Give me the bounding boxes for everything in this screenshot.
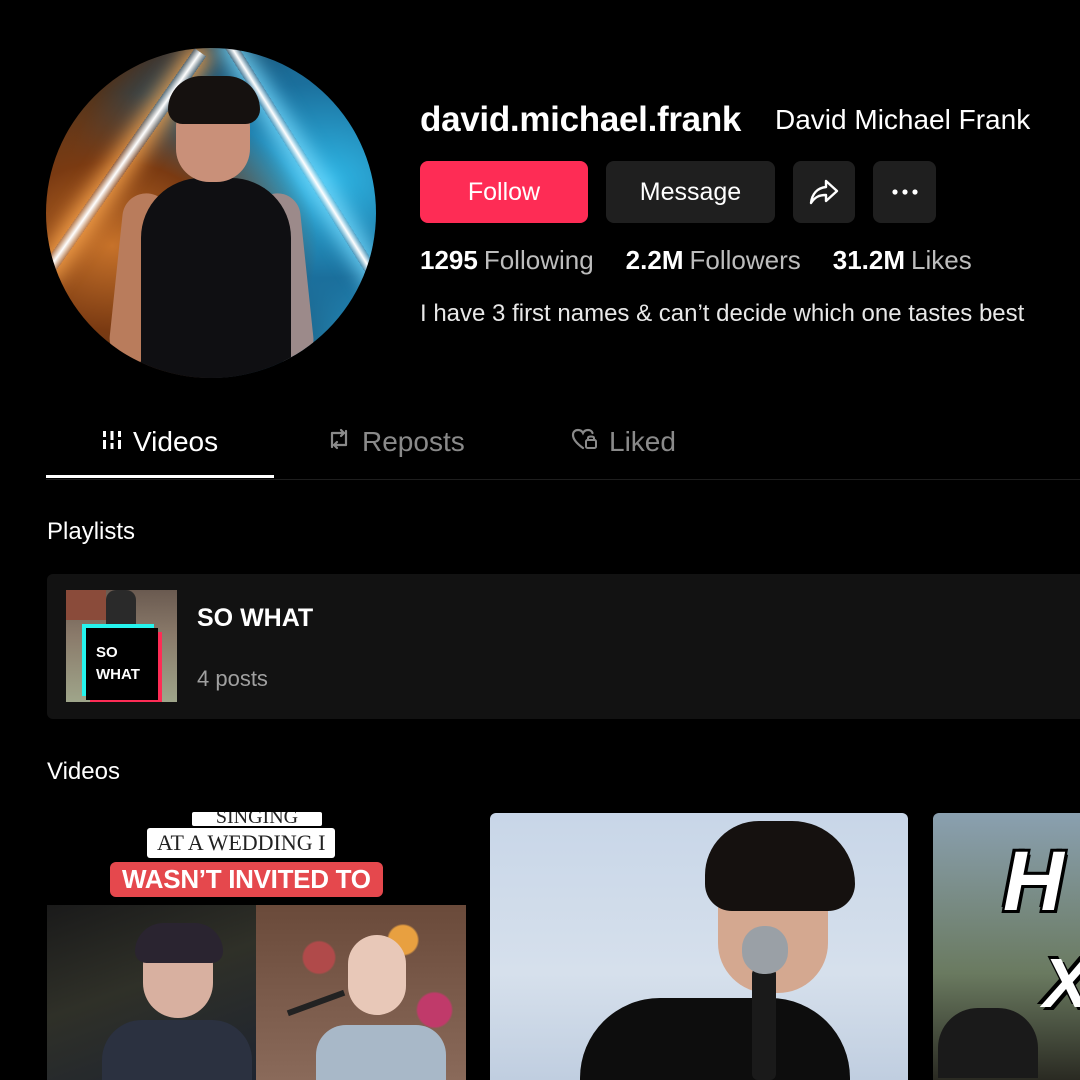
video-caption: H <box>1003 834 1064 928</box>
avatar-hair <box>168 76 260 124</box>
frame-microphone <box>742 926 788 974</box>
playlist-title: SO WHAT <box>197 604 314 632</box>
tab-reposts[interactable]: Reposts <box>326 426 465 458</box>
frame-microphone <box>286 989 346 1017</box>
grid-icon <box>101 426 123 458</box>
video-thumbnail[interactable]: H X <box>933 813 1080 1080</box>
playlist-cover-line1: SO <box>96 644 118 661</box>
message-button[interactable]: Message <box>606 161 775 223</box>
likes-stat: 31.2M Likes <box>833 245 972 276</box>
following-label: Following <box>483 245 594 275</box>
videos-heading: Videos <box>47 758 120 785</box>
more-options-button[interactable] <box>873 161 936 223</box>
following-count: 1295 <box>420 245 478 275</box>
profile-bio: I have 3 first names & can’t decide whic… <box>420 300 1025 327</box>
frame-microphone <box>752 968 776 1080</box>
followers-label: Followers <box>689 245 801 275</box>
video-caption: AT A WEDDING I <box>147 828 336 858</box>
video-thumbnail[interactable]: SINGING AT A WEDDING I WASN’T INVITED TO <box>47 800 466 1080</box>
playlist-cover-line2: WHAT <box>96 666 140 683</box>
frame-figure <box>135 923 223 963</box>
video-caption: SINGING <box>192 812 322 826</box>
video-frame-right <box>256 905 466 1080</box>
tab-videos-label: Videos <box>133 426 219 457</box>
frame-figure <box>938 1008 1038 1078</box>
playlist-post-count: 4 posts <box>197 666 268 691</box>
video-thumbnail[interactable] <box>490 813 908 1080</box>
playlist-card[interactable]: SO WHAT SO WHAT 4 posts <box>47 574 1080 719</box>
follow-button[interactable]: Follow <box>420 161 588 223</box>
more-icon <box>891 189 918 195</box>
share-icon <box>809 179 839 205</box>
likes-count: 31.2M <box>832 245 905 275</box>
followers-count: 2.2M <box>625 245 684 275</box>
frame-figure <box>348 935 406 1015</box>
profile-stats: 1295 Following 2.2M Followers 31.2M Likes <box>420 245 972 276</box>
playlist-thumbnail: SO WHAT <box>66 590 177 702</box>
tab-videos[interactable]: Videos <box>101 426 218 458</box>
avatar-body <box>141 178 291 378</box>
active-tab-indicator <box>46 475 274 478</box>
video-caption: X <box>1043 943 1080 1023</box>
tab-liked-label: Liked <box>609 426 676 457</box>
frame-figure <box>705 821 855 911</box>
profile-display-name: David Michael Frank <box>775 104 1031 135</box>
likes-label: Likes <box>911 245 972 275</box>
profile-username: david.michael.frank <box>420 100 742 139</box>
repost-icon <box>326 426 352 458</box>
share-button[interactable] <box>793 161 855 223</box>
frame-figure <box>102 1020 252 1080</box>
frame-figure <box>580 998 850 1080</box>
heart-lock-icon <box>571 426 599 458</box>
thumbnail-background <box>66 590 106 620</box>
followers-stat[interactable]: 2.2M Followers <box>626 245 801 276</box>
playlists-heading: Playlists <box>47 518 136 545</box>
following-stat[interactable]: 1295 Following <box>420 245 594 276</box>
video-caption-text: SINGING <box>215 812 299 826</box>
video-frame-left <box>47 905 256 1080</box>
profile-avatar[interactable] <box>46 48 376 378</box>
frame-figure <box>316 1025 446 1080</box>
tab-liked[interactable]: Liked <box>571 426 676 458</box>
profile-tabs: Videos Reposts Liked <box>46 420 1080 480</box>
tab-reposts-label: Reposts <box>362 426 465 457</box>
playlist-cover-badge: SO WHAT <box>86 628 158 700</box>
video-caption-highlight: WASN’T INVITED TO <box>110 862 383 897</box>
